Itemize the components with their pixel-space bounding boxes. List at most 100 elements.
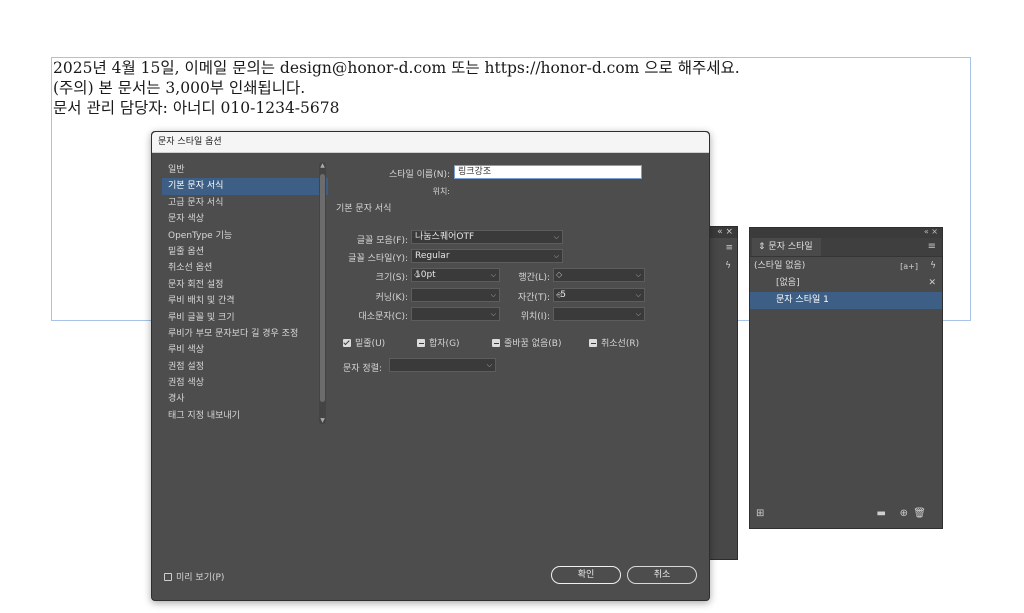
panel-topbar: « × xyxy=(750,227,942,238)
chevron-down-icon: ⌵ xyxy=(553,233,559,241)
nav-item-basic-character-formats[interactable]: 기본 문자 서식 xyxy=(162,178,328,195)
preview-checkbox[interactable]: 미리 보기(P) xyxy=(164,570,224,583)
style-item-none[interactable]: (스타일 없음) [a+] ϟ xyxy=(750,258,942,275)
font-style-select[interactable]: Regular ⌵ xyxy=(411,249,563,263)
checkbox-mixed-icon xyxy=(417,339,425,347)
stepper-icon[interactable]: ◇ xyxy=(414,269,420,281)
nav-item-advanced-character-formats[interactable]: 고급 문자 서식 xyxy=(162,195,328,211)
paragraph-styles-panel[interactable]: « × ≡ ϟ xyxy=(706,226,738,560)
underline-checkbox[interactable]: 밑줄(U) xyxy=(343,336,385,349)
scroll-down-icon[interactable]: ▼ xyxy=(319,417,326,424)
font-family-select[interactable]: 나눔스퀘어OTF ⌵ xyxy=(411,230,563,244)
preview-label: 미리 보기(P) xyxy=(176,573,225,583)
stepper-icon[interactable]: ◇ xyxy=(556,289,562,301)
style-item-char-style-1[interactable]: 문자 스타일 1 xyxy=(750,292,942,309)
nav-item-ruby-font-size[interactable]: 루비 글꼴 및 크기 xyxy=(162,310,328,326)
chevron-down-icon[interactable]: ⌵ xyxy=(636,269,641,281)
nav-item-general[interactable]: 일반 xyxy=(162,162,328,178)
leading-field[interactable]: ◇ ⌵ xyxy=(553,268,645,282)
document-text[interactable]: 2025년 4월 15일, 이메일 문의는 design@honor-d.com… xyxy=(53,58,740,118)
style-item-label: 문자 스타일 1 xyxy=(776,295,829,305)
style-list: (스타일 없음) [a+] ϟ [없음] ✕ 문자 스타일 1 xyxy=(750,258,942,309)
kerning-field[interactable]: ⌵ xyxy=(411,288,500,302)
style-item-default[interactable]: [없음] ✕ xyxy=(750,275,942,292)
panel-topbar: « × xyxy=(707,227,737,238)
trash-icon[interactable]: 🗑 xyxy=(913,508,926,519)
kerning-label: 커닝(K): xyxy=(375,293,408,303)
dialog-title: 문자 스타일 옵션 xyxy=(152,132,709,153)
position-label: 위치(I): xyxy=(520,312,550,322)
position-select[interactable]: ⌵ xyxy=(553,307,645,321)
clear-override-icon[interactable]: ✕ xyxy=(928,275,936,292)
nav-item-ruby-placement[interactable]: 루비 배치 및 간격 xyxy=(162,293,328,309)
ok-button[interactable]: 확인 xyxy=(551,566,621,584)
nav-item-ruby-color[interactable]: 루비 색상 xyxy=(162,342,328,358)
strikethrough-label: 취소선(R) xyxy=(601,339,640,349)
load-styles-icon[interactable]: ⊞ xyxy=(756,508,764,519)
panel-menu-icon[interactable]: ≡ xyxy=(725,243,733,253)
alignment-select[interactable]: ⌵ xyxy=(389,358,496,372)
font-family-value: 나눔스퀘어OTF xyxy=(415,232,475,242)
no-break-checkbox[interactable]: 줄바꿈 없음(B) xyxy=(492,336,561,349)
nav-item-underline-options[interactable]: 밑줄 옵션 xyxy=(162,244,328,260)
category-list: 일반 기본 문자 서식 고급 문자 서식 문자 색상 OpenType 기능 밑… xyxy=(162,162,328,426)
nav-item-ruby-overhang[interactable]: 루비가 부모 문자보다 길 경우 조정 xyxy=(162,326,328,342)
tracking-field[interactable]: ◇ -5 ⌵ xyxy=(553,288,645,302)
character-styles-panel[interactable]: « × ⇕ 문자 스타일 ≡ (스타일 없음) [a+] ϟ [없음] ✕ 문자… xyxy=(749,227,943,529)
case-label: 대소문자(C): xyxy=(358,312,408,322)
tab-character-styles[interactable]: ⇕ 문자 스타일 xyxy=(752,238,821,256)
chevron-down-icon: ⌵ xyxy=(553,252,559,260)
ligatures-checkbox[interactable]: 합자(G) xyxy=(417,336,460,349)
leading-label: 행간(L): xyxy=(518,273,550,283)
nav-item-opentype[interactable]: OpenType 기능 xyxy=(162,228,328,244)
panel-tabs: ⇕ 문자 스타일 ≡ xyxy=(750,238,942,257)
font-style-value: Regular xyxy=(415,251,450,261)
nav-item-character-color[interactable]: 문자 색상 xyxy=(162,211,328,227)
folder-icon[interactable]: ▬ xyxy=(877,508,886,519)
tab-label: 문자 스타일 xyxy=(768,242,813,252)
close-icon[interactable]: « × xyxy=(717,227,733,237)
nav-item-character-rotation[interactable]: 문자 회전 설정 xyxy=(162,277,328,293)
cancel-button[interactable]: 취소 xyxy=(627,566,697,584)
document-line-1: 2025년 4월 15일, 이메일 문의는 design@honor-d.com… xyxy=(53,59,740,77)
checkbox-unchecked-icon xyxy=(164,573,172,581)
ligatures-label: 합자(G) xyxy=(429,339,460,349)
section-title: 기본 문자 서식 xyxy=(336,204,392,214)
scroll-thumb[interactable] xyxy=(320,174,325,402)
new-style-icon[interactable]: [a+] xyxy=(900,258,918,275)
style-name-input[interactable]: 링크강조 xyxy=(454,165,642,179)
category-scrollbar[interactable]: ▲ ▼ xyxy=(319,162,326,424)
checkbox-mixed-icon xyxy=(492,339,500,347)
style-item-label: [없음] xyxy=(776,278,800,288)
chevron-down-icon[interactable]: ⌵ xyxy=(491,269,496,281)
nav-item-kenten-settings[interactable]: 권점 설정 xyxy=(162,359,328,375)
underline-label: 밑줄(U) xyxy=(355,339,386,349)
strikethrough-checkbox[interactable]: 취소선(R) xyxy=(589,336,639,349)
panel-menu-icon[interactable]: ≡ xyxy=(928,241,936,252)
checkbox-mixed-icon xyxy=(589,339,597,347)
style-name-label: 스타일 이름(N): xyxy=(388,170,450,180)
nav-item-strikethrough-options[interactable]: 취소선 옵션 xyxy=(162,260,328,276)
collapse-close-icon[interactable]: « × xyxy=(924,227,938,236)
alignment-label: 문자 정렬: xyxy=(343,364,383,374)
lightning-icon[interactable]: ϟ xyxy=(725,261,731,271)
stepper-icon[interactable]: ◇ xyxy=(556,269,562,281)
lightning-icon[interactable]: ϟ xyxy=(930,258,936,275)
style-item-label: (스타일 없음) xyxy=(754,261,806,271)
chevron-down-icon: ⌵ xyxy=(635,310,641,318)
new-style-icon[interactable]: ⊕ xyxy=(900,508,908,519)
nav-item-kenten-color[interactable]: 권점 색상 xyxy=(162,375,328,391)
document-line-2: (주의) 본 문서는 3,000부 인쇄됩니다. xyxy=(53,79,306,97)
nav-item-shatai[interactable]: 경사 xyxy=(162,391,328,407)
size-label: 크기(S): xyxy=(375,273,408,283)
size-field[interactable]: ◇ 10pt ⌵ xyxy=(411,268,500,282)
chevron-down-icon[interactable]: ⌵ xyxy=(491,289,496,301)
no-break-label: 줄바꿈 없음(B) xyxy=(504,339,562,349)
character-style-options-dialog: 문자 스타일 옵션 일반 기본 문자 서식 고급 문자 서식 문자 색상 Ope… xyxy=(151,131,710,601)
chevron-down-icon: ⌵ xyxy=(490,310,496,318)
case-select[interactable]: ⌵ xyxy=(411,307,500,321)
panel-footer: ⊞ ▬ ⊕ 🗑 xyxy=(750,500,942,528)
nav-item-export-tagging[interactable]: 태그 지정 내보내기 xyxy=(162,408,328,424)
scroll-up-icon[interactable]: ▲ xyxy=(319,162,326,169)
chevron-down-icon[interactable]: ⌵ xyxy=(636,289,641,301)
